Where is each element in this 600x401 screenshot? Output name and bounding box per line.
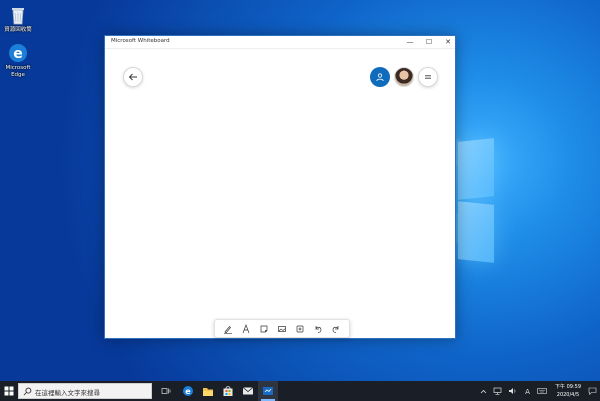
sticky-note-icon (260, 325, 268, 332)
taskbar-edge[interactable]: e (178, 381, 198, 401)
clock-time-value: 09:59 (566, 384, 582, 390)
clock-time-prefix: 下午 (554, 384, 565, 390)
recycle-bin-icon (7, 4, 29, 26)
taskbar-mail[interactable] (238, 381, 258, 401)
insert-icon (296, 325, 304, 332)
tray-ime[interactable]: A (521, 381, 533, 401)
notification-icon (588, 387, 596, 395)
tray-input-mode[interactable] (535, 381, 549, 401)
whiteboard-window: Microsoft Whiteboard — ☐ ✕ (104, 35, 456, 339)
ink-toolbar (214, 319, 350, 338)
desktop-icon-label: 資源回收筒 (4, 27, 32, 33)
edge-icon: e (183, 386, 193, 396)
close-button[interactable]: ✕ (439, 36, 457, 49)
edge-icon: e (7, 42, 29, 64)
search-icon (23, 387, 32, 396)
ime-icon: A (525, 388, 530, 395)
svg-text:e: e (185, 387, 191, 396)
sticky-note-tool[interactable] (258, 322, 271, 335)
pen-tool[interactable] (222, 322, 235, 335)
keyboard-icon (537, 388, 547, 394)
show-hidden-icons-button[interactable] (478, 381, 488, 401)
text-tool[interactable] (240, 322, 253, 335)
windows-start-icon (4, 386, 14, 396)
store-icon (223, 386, 233, 396)
start-button[interactable] (0, 381, 18, 401)
desktop-icon-edge[interactable]: e Microsoft Edge (0, 42, 36, 79)
undo-button[interactable] (312, 322, 325, 335)
minimize-button[interactable]: — (401, 36, 419, 49)
mail-icon (242, 387, 254, 395)
image-icon (278, 325, 286, 332)
clock-date: 2020/4/5 (556, 392, 580, 398)
task-view-icon (161, 387, 171, 394)
whiteboard-canvas[interactable] (105, 50, 455, 340)
image-tool[interactable] (276, 322, 289, 335)
undo-icon (315, 325, 322, 333)
network-icon (493, 387, 501, 395)
search-placeholder: 在這裡輸入文字來搜尋 (35, 389, 100, 397)
volume-icon (508, 388, 515, 394)
redo-icon (332, 325, 339, 333)
desktop-icon-label: Microsoft Edge (5, 65, 31, 78)
maximize-button[interactable]: ☐ (420, 36, 438, 49)
whiteboard-icon (263, 387, 273, 395)
window-title: Microsoft Whiteboard (111, 38, 170, 44)
taskbar: 在這裡輸入文字來搜尋 e A 下午 09:59 2020/4/5 (0, 381, 600, 401)
title-bar[interactable]: Microsoft Whiteboard — ☐ ✕ (105, 36, 455, 49)
clock-time: 下午 09:59 (551, 383, 585, 391)
windows-logo-pane (458, 138, 494, 200)
taskbar-store[interactable] (218, 381, 238, 401)
windows-logo-pane (458, 201, 494, 263)
desktop-icon-recycle-bin[interactable]: 資源回收筒 (0, 4, 36, 34)
file-explorer-icon (203, 387, 213, 396)
pen-icon (224, 325, 232, 334)
redo-button[interactable] (330, 322, 343, 335)
text-icon (242, 323, 250, 333)
taskbar-search-box[interactable]: 在這裡輸入文字來搜尋 (18, 383, 152, 399)
svg-text:e: e (13, 46, 23, 62)
tray-network[interactable] (491, 381, 503, 401)
tray-volume[interactable] (506, 381, 518, 401)
task-view-button[interactable] (158, 381, 174, 401)
taskbar-clock[interactable]: 下午 09:59 2020/4/5 (551, 383, 585, 399)
action-center-button[interactable] (586, 381, 598, 401)
taskbar-whiteboard[interactable] (258, 381, 278, 401)
taskbar-file-explorer[interactable] (198, 381, 218, 401)
insert-tool[interactable] (294, 322, 307, 335)
svg-text:A: A (525, 388, 530, 395)
chevron-up-icon (480, 389, 486, 393)
